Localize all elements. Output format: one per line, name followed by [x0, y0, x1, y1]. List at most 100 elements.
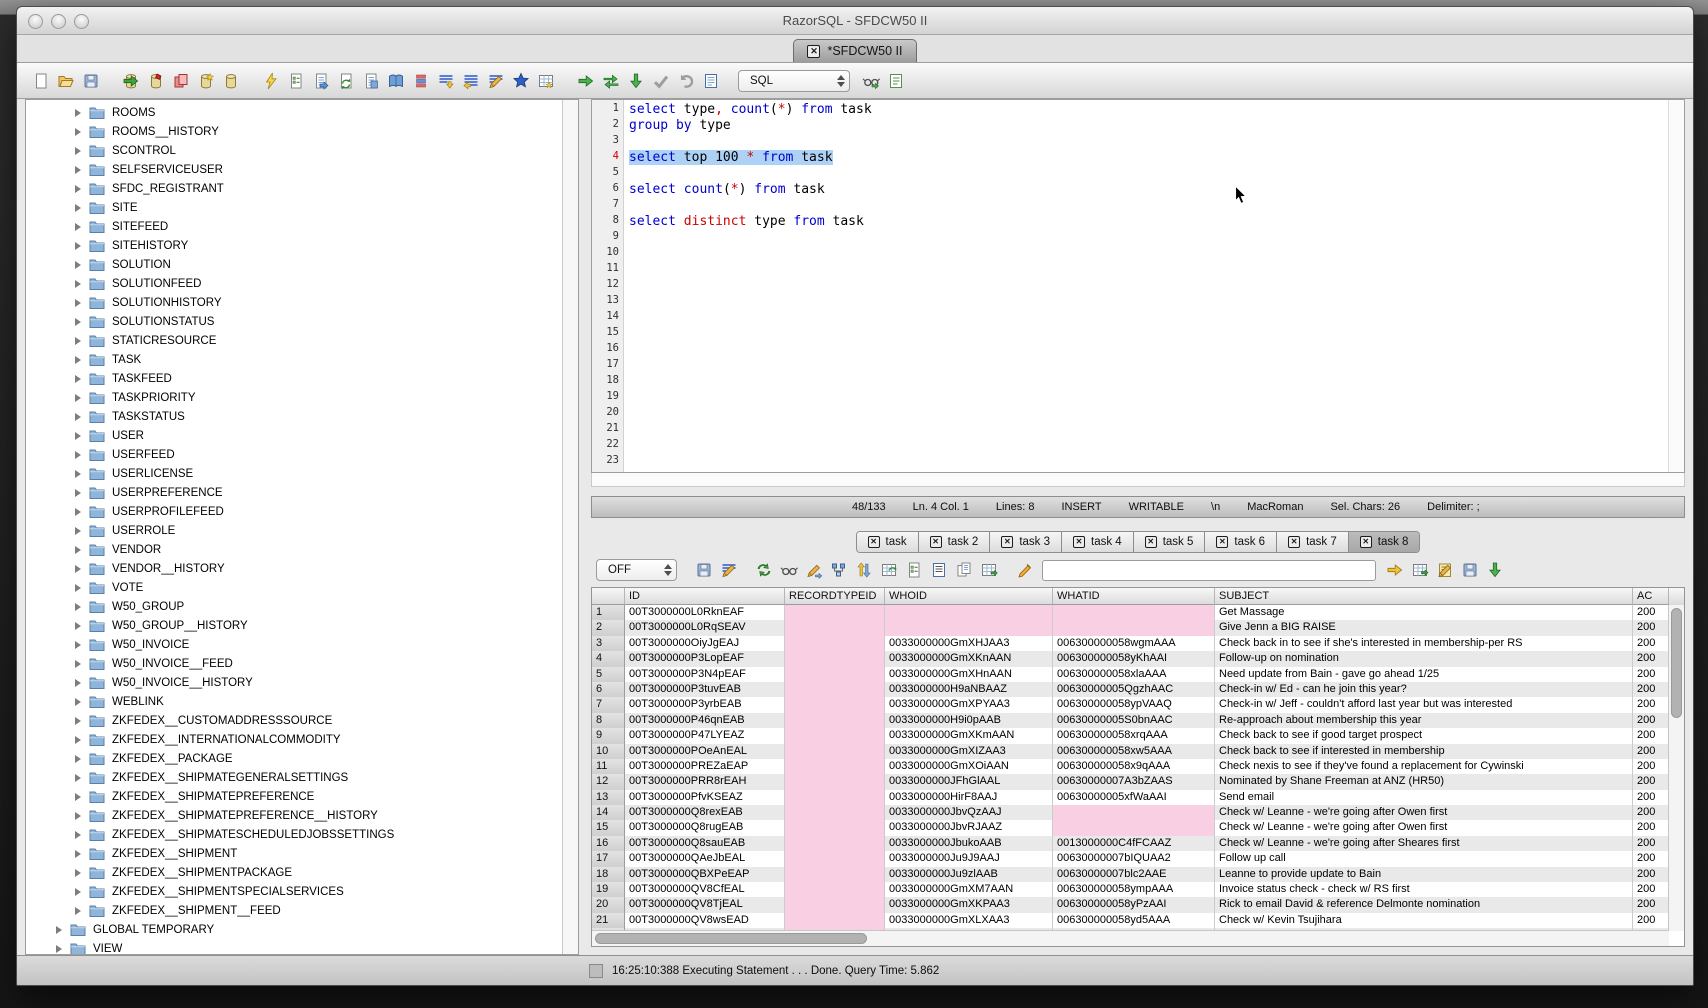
- code-line-12[interactable]: [629, 278, 1668, 294]
- cell-id[interactable]: 00T3000000Q8sauEAB: [625, 836, 785, 851]
- table-row-20[interactable]: 2000T3000000QV8TjEAL0033000000GmXKPAA300…: [592, 897, 1669, 912]
- column-list-icon[interactable]: [408, 69, 433, 93]
- tree-item-selfserviceuser[interactable]: SELFSERVICEUSER: [26, 160, 562, 179]
- row-limit-select-stepper[interactable]: [650, 564, 672, 576]
- save-results-icon[interactable]: [691, 558, 716, 582]
- cell-whoid[interactable]: 0033000000GmXHnAAN: [885, 667, 1053, 682]
- tree-item-w50-group-history[interactable]: W50_GROUP__HISTORY: [26, 616, 562, 635]
- tree-item-rooms-history[interactable]: ROOMS__HISTORY: [26, 122, 562, 141]
- table-row-11[interactable]: 1100T3000000PREZaEAP0033000000GmXOiAAN00…: [592, 759, 1669, 774]
- row-number-cell[interactable]: 2: [592, 620, 625, 635]
- cell-whatid[interactable]: 006300000058ympAAA: [1053, 882, 1215, 897]
- statement-type-select-stepper[interactable]: [823, 75, 845, 87]
- tree-item-userrole[interactable]: USERROLE: [26, 521, 562, 540]
- cell-whatid[interactable]: 0013000000C4fFCAAZ: [1053, 836, 1215, 851]
- cell-whoid[interactable]: 0033000000JbukoAAB: [885, 836, 1053, 851]
- cell-subject[interactable]: Get Massage: [1215, 605, 1633, 620]
- expand-triangle-icon[interactable]: [75, 584, 81, 592]
- expand-triangle-icon[interactable]: [75, 812, 81, 820]
- cell-recordtypeid[interactable]: [785, 728, 885, 743]
- expand-triangle-icon[interactable]: [75, 736, 81, 744]
- tree-item-staticresource[interactable]: STATICRESOURCE: [26, 331, 562, 350]
- results-tab-task-7[interactable]: ✕task 7: [1277, 532, 1349, 552]
- cell-id[interactable]: 00T3000000QV8TjEAL: [625, 897, 785, 912]
- related-data-icon[interactable]: [826, 558, 851, 582]
- table-row-16[interactable]: 1600T3000000Q8sauEAB 0033000000JbukoAAB00…: [592, 836, 1669, 851]
- results-tab-task[interactable]: ✕task: [857, 532, 919, 552]
- expand-triangle-icon[interactable]: [75, 261, 81, 269]
- code-line-21[interactable]: [629, 422, 1668, 438]
- cell-whatid[interactable]: 00630000007blc2AAE: [1053, 867, 1215, 882]
- cell-recordtypeid[interactable]: [785, 636, 885, 651]
- results-vertical-scrollbar[interactable]: [1668, 605, 1684, 931]
- cell-subject[interactable]: Give Jenn a BIG RAISE: [1215, 620, 1633, 635]
- cell-subject[interactable]: Check back to see if interested in membe…: [1215, 744, 1633, 759]
- cell-ac[interactable]: 200: [1633, 897, 1669, 912]
- cell-subject[interactable]: Check w/ Leanne - we're going after Owen…: [1215, 805, 1633, 820]
- cell-id[interactable]: 00T3000000QV8wsEAD: [625, 913, 785, 928]
- results-tab-task-6[interactable]: ✕task 6: [1205, 532, 1277, 552]
- undo-edit-icon[interactable]: [673, 69, 698, 93]
- tree-item-task[interactable]: TASK: [26, 350, 562, 369]
- close-tab-icon[interactable]: ✕: [1288, 536, 1300, 548]
- row-number-cell[interactable]: 15: [592, 820, 625, 835]
- expand-triangle-icon[interactable]: [75, 299, 81, 307]
- cell-whoid[interactable]: 0033000000JbvRJAAZ: [885, 820, 1053, 835]
- expand-triangle-icon[interactable]: [75, 204, 81, 212]
- code-line-4[interactable]: select top 100 * from task: [629, 150, 1668, 166]
- code-line-15[interactable]: [629, 326, 1668, 342]
- table-row-14[interactable]: 1400T3000000Q8rexEAB0033000000JbvQzAAJCh…: [592, 805, 1669, 820]
- row-number-cell[interactable]: 6: [592, 682, 625, 697]
- cell-recordtypeid[interactable]: [785, 713, 885, 728]
- minimize-window-button[interactable]: [51, 14, 66, 29]
- tree-item-view[interactable]: VIEW: [26, 939, 562, 954]
- expand-triangle-icon[interactable]: [75, 717, 81, 725]
- cell-id[interactable]: 00T3000000OiyJgEAJ: [625, 636, 785, 651]
- transpose-table-icon[interactable]: [976, 558, 1001, 582]
- cell-recordtypeid[interactable]: [785, 651, 885, 666]
- row-number-cell[interactable]: 16: [592, 836, 625, 851]
- cell-recordtypeid[interactable]: [785, 744, 885, 759]
- cell-subject[interactable]: Invoice status check - check w/ RS first: [1215, 882, 1633, 897]
- cell-id[interactable]: 00T3000000L0RknEAF: [625, 605, 785, 620]
- tree-item-userpreference[interactable]: USERPREFERENCE: [26, 483, 562, 502]
- cell-id[interactable]: 00T3000000P3N4pEAF: [625, 667, 785, 682]
- cell-ac[interactable]: 200: [1633, 651, 1669, 666]
- row-number-cell[interactable]: 18: [592, 867, 625, 882]
- view-glasses-icon[interactable]: [858, 69, 883, 93]
- sql-editor[interactable]: 1234567891011121314151617181920212223 se…: [591, 99, 1685, 473]
- expand-triangle-icon[interactable]: [56, 945, 62, 953]
- cell-ac[interactable]: 200: [1633, 790, 1669, 805]
- expand-triangle-icon[interactable]: [75, 508, 81, 516]
- expand-triangle-icon[interactable]: [75, 546, 81, 554]
- column-header-whatid[interactable]: WHATID: [1053, 588, 1215, 605]
- code-line-16[interactable]: [629, 342, 1668, 358]
- go-next-icon[interactable]: [1382, 558, 1407, 582]
- editor-horizontal-scrollbar[interactable]: [591, 473, 1685, 487]
- swap-statements-icon[interactable]: [598, 69, 623, 93]
- results-tab-task-5[interactable]: ✕task 5: [1134, 532, 1206, 552]
- tree-item-scontrol[interactable]: SCONTROL: [26, 141, 562, 160]
- expand-triangle-icon[interactable]: [75, 432, 81, 440]
- cell-whoid[interactable]: 0033000000H9aNBAAZ: [885, 682, 1053, 697]
- cell-whoid[interactable]: 0033000000JbvQzAAJ: [885, 805, 1053, 820]
- cell-subject[interactable]: Check w/ Leanne - we're going after Shea…: [1215, 836, 1633, 851]
- row-number-cell[interactable]: 1: [592, 605, 625, 620]
- cell-recordtypeid[interactable]: [785, 605, 885, 620]
- row-number-cell[interactable]: 21: [592, 913, 625, 928]
- cell-subject[interactable]: Send email: [1215, 790, 1633, 805]
- cell-whatid[interactable]: 006300000058ypVAAQ: [1053, 697, 1215, 712]
- view-text-icon[interactable]: [926, 558, 951, 582]
- cell-recordtypeid[interactable]: [785, 836, 885, 851]
- expand-triangle-icon[interactable]: [75, 280, 81, 288]
- cell-id[interactable]: 00T3000000QV8CfEAL: [625, 882, 785, 897]
- expand-triangle-icon[interactable]: [75, 907, 81, 915]
- cell-subject[interactable]: Follow up call: [1215, 851, 1633, 866]
- table-row-3[interactable]: 300T3000000OiyJgEAJ0033000000GmXHJAA3006…: [592, 636, 1669, 651]
- expand-triangle-icon[interactable]: [75, 774, 81, 782]
- cell-ac[interactable]: 200: [1633, 820, 1669, 835]
- cell-id[interactable]: 00T3000000L0RqSEAV: [625, 620, 785, 635]
- cell-ac[interactable]: 200: [1633, 636, 1669, 651]
- run-query-icon[interactable]: [258, 69, 283, 93]
- zoom-window-button[interactable]: [74, 14, 89, 29]
